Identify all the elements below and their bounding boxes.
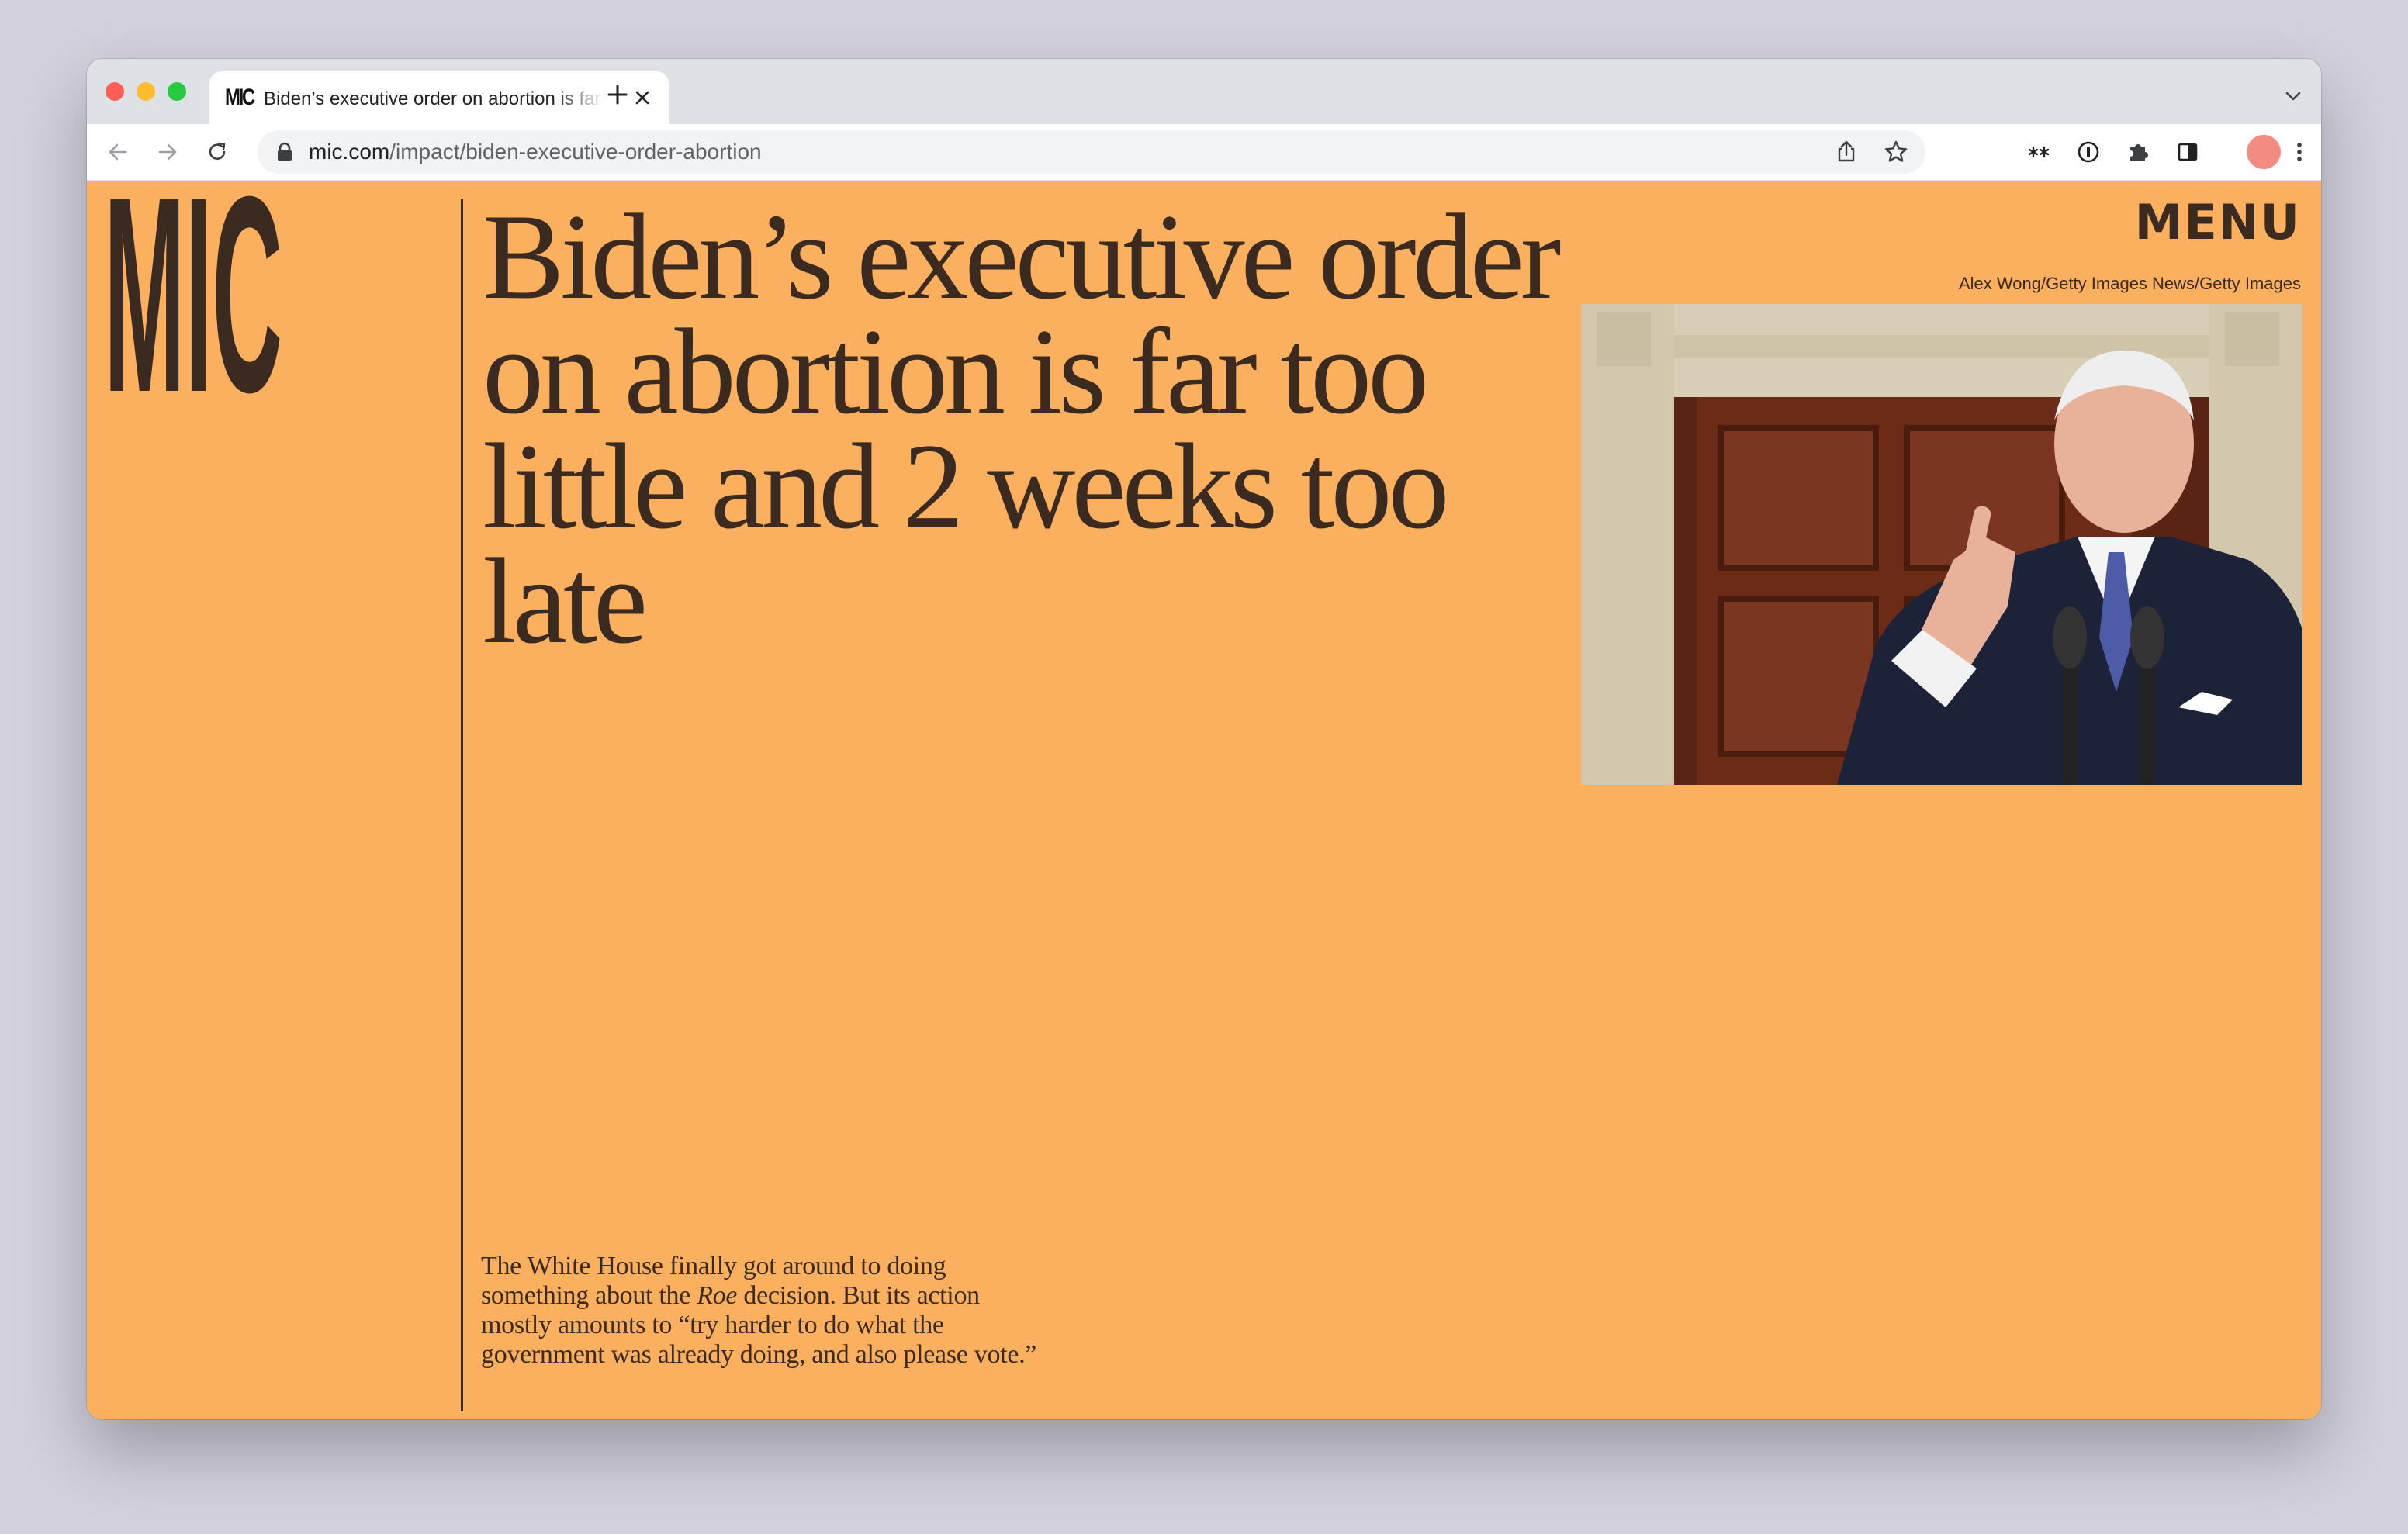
address-bar[interactable]: mic.com/impact/biden-executive-order-abo… [258,130,1925,174]
url-host: mic.com [309,140,390,164]
new-tab-icon[interactable] [602,79,633,110]
share-icon[interactable] [1832,138,1860,166]
chevron-down-icon[interactable] [2282,85,2304,107]
extension-asterisks-icon[interactable] [2025,138,2053,166]
article-dek: The White House finally got around to do… [481,1252,1040,1370]
tab-active[interactable]: MIC Biden’s executive order on abortion … [209,71,669,124]
mic-logo-text: MIC [104,181,282,399]
extensions-puzzle-icon[interactable] [2124,138,2152,166]
forward-arrow-icon[interactable] [154,138,182,166]
hero-image-biden-speaking [1581,304,2302,785]
image-credit: Alex Wong/Getty Images News/Getty Images [1959,274,2301,293]
more-options-icon[interactable] [2285,138,2313,166]
tab-strip: MIC Biden’s executive order on abortion … [87,59,2321,124]
side-panel-icon[interactable] [2174,138,2202,166]
maximize-window-button[interactable] [168,82,186,101]
browser-window: MIC Biden’s executive order on abortion … [87,59,2321,1419]
back-arrow-icon[interactable] [104,138,132,166]
menu-button[interactable]: MENU [2135,195,2301,250]
mic-logo[interactable]: MIC [104,181,282,399]
page-content: MIC Biden’s executive order on abortion … [87,181,2321,1419]
article-headline: Biden’s executive order on abortion is f… [483,189,1561,669]
browser-toolbar: mic.com/impact/biden-executive-order-abo… [87,124,2321,181]
favicon: MIC [225,85,255,110]
bookmark-star-icon[interactable] [1882,138,1910,166]
password-manager-icon[interactable] [2074,138,2102,166]
dek-italic-text: Roe [697,1281,738,1310]
url-text: mic.com/impact/biden-executive-order-abo… [309,130,762,174]
tab-title: Biden’s executive order on abortion is f… [264,88,605,109]
profile-avatar[interactable] [2247,135,2281,169]
vertical-divider [461,199,463,1411]
url-path: /impact/biden-executive-order-abortion [389,140,762,164]
lock-icon[interactable] [275,141,295,163]
tab-close-icon[interactable] [630,85,655,110]
close-window-button[interactable] [106,82,124,101]
minimize-window-button[interactable] [137,82,155,101]
reload-icon[interactable] [203,138,231,166]
